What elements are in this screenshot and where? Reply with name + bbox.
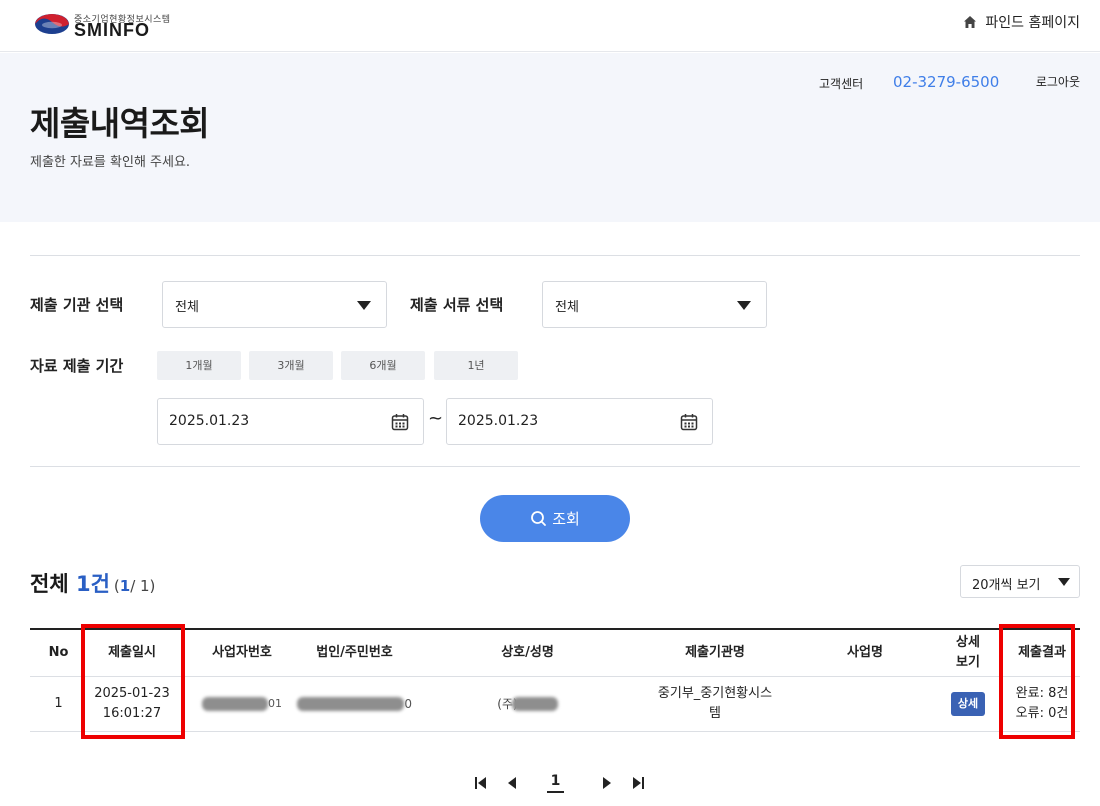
highlight-box-submit-datetime (81, 624, 185, 739)
filter-top-divider (30, 255, 1080, 256)
date-from-value: 2025.01.23 (169, 413, 250, 429)
first-page-icon[interactable] (474, 776, 488, 790)
table-row[interactable]: 1 2025-01-23 16:01:27 01 0 (주) 중기부_중기현황시… (30, 677, 1080, 732)
calendar-icon[interactable] (680, 413, 698, 431)
search-button-label: 조회 (552, 510, 580, 528)
header-agency-name: 제출기관명 (685, 644, 745, 660)
taegeuk-emblem-icon (35, 14, 69, 34)
search-button[interactable]: 조회 (480, 495, 630, 542)
per-page-value: 20개씩 보기 (972, 578, 1041, 593)
header-corp-number: 법인/주민번호 (316, 644, 393, 660)
page-indicator: (1/ 1) (113, 577, 156, 595)
home-icon (964, 16, 977, 28)
logout-link[interactable]: 로그아웃 (1036, 73, 1080, 90)
find-homepage-link[interactable]: 파인드 홈페이지 (963, 12, 1080, 32)
row-no: 1 (54, 695, 63, 711)
agency-select-value: 전체 (175, 300, 199, 315)
page-title: 제출내역조회 (30, 104, 210, 143)
redacted-mask (202, 697, 268, 711)
logo-wordmark: SMINFO (74, 20, 150, 40)
customer-center-phone[interactable]: 02-3279-6500 (893, 73, 999, 91)
period-1-month-button[interactable]: 1개월 (157, 351, 241, 380)
row-detail: 상세 (942, 677, 994, 731)
page-number-current[interactable]: 1 (547, 773, 564, 793)
home-link-label: 파인드 홈페이지 (985, 15, 1080, 31)
next-page-icon[interactable] (600, 776, 614, 790)
period-label: 자료 제출 기간 (30, 357, 124, 375)
total-count: 1건 (75, 572, 110, 596)
document-select[interactable]: 전체 (542, 281, 767, 328)
redacted-mask (511, 697, 558, 711)
row-company-name: (주) (470, 677, 585, 731)
search-icon (531, 511, 547, 526)
calendar-icon[interactable] (391, 413, 409, 431)
detail-button[interactable]: 상세 (950, 692, 986, 716)
result-summary: 전체 1건 (1/ 1) (30, 568, 155, 598)
document-select-label: 제출 서류 선택 (410, 296, 504, 314)
last-page-icon[interactable] (631, 776, 645, 790)
page-indicator-current: 1 (119, 577, 131, 595)
highlight-box-submit-result (999, 624, 1075, 739)
redacted-mask (297, 697, 405, 711)
row-business-name (820, 677, 910, 731)
period-1-year-button[interactable]: 1년 (434, 351, 518, 380)
date-to-value: 2025.01.23 (458, 413, 539, 429)
top-bar: 중소기업현황정보시스템 SMINFO 파인드 홈페이지 (0, 0, 1100, 52)
date-range-separator: ~ (428, 408, 444, 429)
agency-select[interactable]: 전체 (162, 281, 387, 328)
period-6-months-button[interactable]: 6개월 (341, 351, 425, 380)
header-company-name: 상호/성명 (501, 644, 554, 660)
filter-bottom-divider (30, 466, 1080, 467)
header-business-name: 사업명 (847, 644, 883, 660)
chevron-down-icon (1058, 578, 1070, 586)
row-business-number: 01 (187, 677, 297, 731)
page-header: 고객센터 02-3279-6500 로그아웃 제출내역조회 제출한 자료를 확인… (0, 53, 1100, 222)
table-header-row: No 제출일시 사업자번호 법인/주민번호 상호/성명 제출기관명 사업명 상세… (30, 628, 1080, 677)
period-3-months-button[interactable]: 3개월 (249, 351, 333, 380)
page-description: 제출한 자료를 확인해 주세요. (30, 155, 191, 170)
sminfo-logo[interactable]: 중소기업현황정보시스템 SMINFO (34, 11, 184, 40)
agency-select-label: 제출 기관 선택 (30, 296, 124, 314)
header-detail: 상세 보기 (956, 634, 980, 670)
chevron-down-icon (357, 301, 371, 310)
pagination: 1 (470, 773, 650, 797)
customer-center-label: 고객센터 (819, 77, 864, 91)
header-no: No (48, 644, 69, 660)
chevron-down-icon (737, 301, 751, 310)
date-to-field[interactable]: 2025.01.23 (446, 398, 713, 445)
row-agency-name: 중기부_중기현황시스 템 (657, 685, 773, 721)
date-from-field[interactable]: 2025.01.23 (157, 398, 424, 445)
per-page-select[interactable]: 20개씩 보기 (960, 565, 1080, 598)
total-prefix: 전체 (30, 572, 76, 596)
row-corp-number: 0 (297, 677, 412, 731)
header-business-number: 사업자번호 (212, 644, 272, 660)
previous-page-icon[interactable] (505, 776, 519, 790)
document-select-value: 전체 (555, 300, 579, 315)
